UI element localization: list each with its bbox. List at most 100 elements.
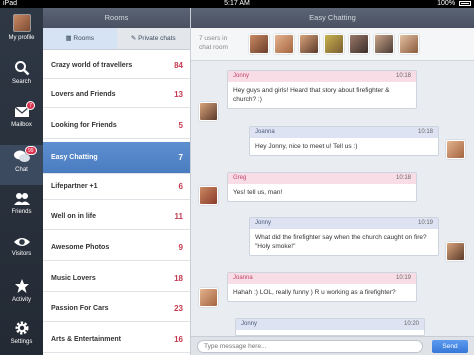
nav-label: Activity: [11, 297, 31, 303]
user-avatar[interactable]: [324, 34, 344, 54]
message-input[interactable]: [197, 340, 423, 353]
nav-my-profile[interactable]: My profile: [0, 14, 43, 41]
room-name: Arts & Entertainment: [51, 336, 122, 343]
nav-visitors[interactable]: Visitors: [0, 236, 43, 257]
room-name: Music Lovers: [51, 275, 96, 282]
room-name: Lifepartner +1: [51, 183, 98, 190]
message-avatar: [199, 186, 218, 205]
tab-rooms[interactable]: ▦ Rooms: [43, 28, 117, 49]
room-name: Easy Chatting: [51, 154, 98, 161]
gear-icon: [15, 321, 28, 335]
room-count: 6: [178, 182, 183, 191]
message-time: 10:19: [417, 220, 433, 226]
users-count-line2: chat room: [199, 44, 228, 51]
room-count: 84: [174, 61, 183, 70]
nav-label: Settings: [10, 339, 33, 345]
room-name: Passion For Cars: [51, 305, 109, 312]
chat-message: Joanna 10:18 Hey Jonny, nice to meet u! …: [249, 126, 439, 156]
users-count: 7 users in chat room: [199, 34, 243, 52]
battery-indicator: 100%: [437, 0, 471, 8]
chat-panel: Easy Chatting 7 users in chat room Jonny…: [191, 8, 474, 355]
battery-percent: 100%: [437, 0, 456, 7]
room-name: Crazy world of travellers: [51, 62, 133, 69]
friends-icon: [13, 193, 30, 205]
room-count: 13: [174, 90, 183, 99]
rooms-title: Rooms: [43, 8, 190, 28]
user-avatar[interactable]: [374, 34, 394, 54]
message-author: Joanna: [233, 275, 253, 281]
message-header: Jonny 10:19: [250, 218, 438, 229]
message-avatar: [199, 102, 218, 121]
nav-chat[interactable]: 99 Chat: [0, 145, 43, 185]
message-time: 10:18: [395, 175, 411, 181]
message-author: Jonny: [241, 321, 258, 327]
user-avatar[interactable]: [249, 34, 269, 54]
battery-icon: [459, 0, 471, 6]
chat-message: Greg 10:18 Yes! tell us, man!: [227, 172, 417, 202]
room-row[interactable]: Passion For Cars 23: [43, 296, 190, 322]
room-row[interactable]: Crazy world of travellers 84: [43, 53, 190, 79]
chat-title: Easy Chatting: [191, 8, 474, 28]
message-header: Jonny 10:18: [228, 71, 416, 82]
room-row-selected[interactable]: Easy Chatting 7: [43, 142, 190, 174]
private-chat-icon: ✎: [130, 35, 139, 42]
room-row[interactable]: Lovers and Friends 13: [43, 82, 190, 108]
profile-avatar: [12, 14, 31, 32]
message-author: Jonny: [255, 220, 272, 226]
message-time: 10:20: [403, 321, 419, 327]
message-header: Joanna 10:18: [250, 127, 438, 138]
message-author: Jonny: [233, 73, 250, 79]
message-time: 10:19: [395, 275, 411, 281]
message-time: 10:18: [417, 129, 433, 135]
mailbox-badge: 7: [26, 101, 35, 110]
nav-label: Chat: [15, 167, 28, 173]
user-avatar[interactable]: [349, 34, 369, 54]
users-count-line1: 7 users in: [199, 35, 228, 42]
room-name: Lovers and Friends: [51, 91, 116, 98]
chat-badge: 99: [25, 146, 37, 155]
message-composer: Send: [191, 336, 474, 355]
room-name: Awesome Photos: [51, 244, 110, 251]
clock: 5:17 AM: [224, 0, 250, 7]
message-header: Jonny 10:20: [236, 319, 424, 330]
chat-message: Jonny 10:19 What did the firefighter say…: [249, 217, 439, 256]
message-avatar: [199, 288, 218, 307]
user-avatar[interactable]: [299, 34, 319, 54]
nav-settings[interactable]: Settings: [0, 320, 43, 345]
nav-label: Visitors: [11, 251, 32, 257]
nav-label: My profile: [8, 35, 35, 41]
message-avatar: [446, 242, 465, 261]
tab-private-chats[interactable]: ✎ Private chats: [117, 28, 191, 49]
room-row[interactable]: Music Lovers 18: [43, 266, 190, 292]
nav-search[interactable]: Search: [0, 60, 43, 85]
room-row[interactable]: Well on in life 11: [43, 204, 190, 230]
star-icon: [14, 279, 29, 293]
room-name: Looking for Friends: [51, 122, 117, 129]
room-count: 16: [174, 335, 183, 344]
chat-message: Jonny 10:18 Hey guys and girls! Heard th…: [227, 70, 417, 109]
eye-icon: [13, 238, 30, 246]
user-avatar[interactable]: [274, 34, 294, 54]
rooms-panel: Rooms ▦ Rooms ✎ Private chats Crazy worl…: [43, 8, 191, 355]
tab-label: Private chats: [138, 35, 176, 42]
message-time: 10:18: [395, 73, 411, 79]
message-text: Yes! tell us, man!: [233, 189, 283, 196]
message-avatar: [446, 140, 465, 159]
message-author: Greg: [233, 175, 247, 181]
search-icon: [14, 61, 29, 76]
room-row[interactable]: Lifepartner +1 6: [43, 174, 190, 200]
status-bar: iPad 5:17 AM 100%: [0, 0, 474, 8]
user-avatar[interactable]: [399, 34, 419, 54]
room-count: 5: [178, 121, 183, 130]
room-row[interactable]: Looking for Friends 5: [43, 113, 190, 139]
nav-activity[interactable]: Activity: [0, 278, 43, 303]
send-button[interactable]: Send: [432, 340, 468, 353]
main-nav: My profile Search 7 Mailbox 99 Chat Frie…: [0, 8, 43, 355]
room-row[interactable]: Arts & Entertainment 16: [43, 327, 190, 353]
message-text: Hey Jonny, nice to meet u! Tell us :): [255, 143, 358, 150]
nav-mailbox[interactable]: 7 Mailbox: [0, 101, 43, 128]
room-row[interactable]: Awesome Photos 9: [43, 235, 190, 261]
nav-friends[interactable]: Friends: [0, 192, 43, 215]
message-author: Joanna: [255, 129, 275, 135]
room-count: 23: [174, 304, 183, 313]
